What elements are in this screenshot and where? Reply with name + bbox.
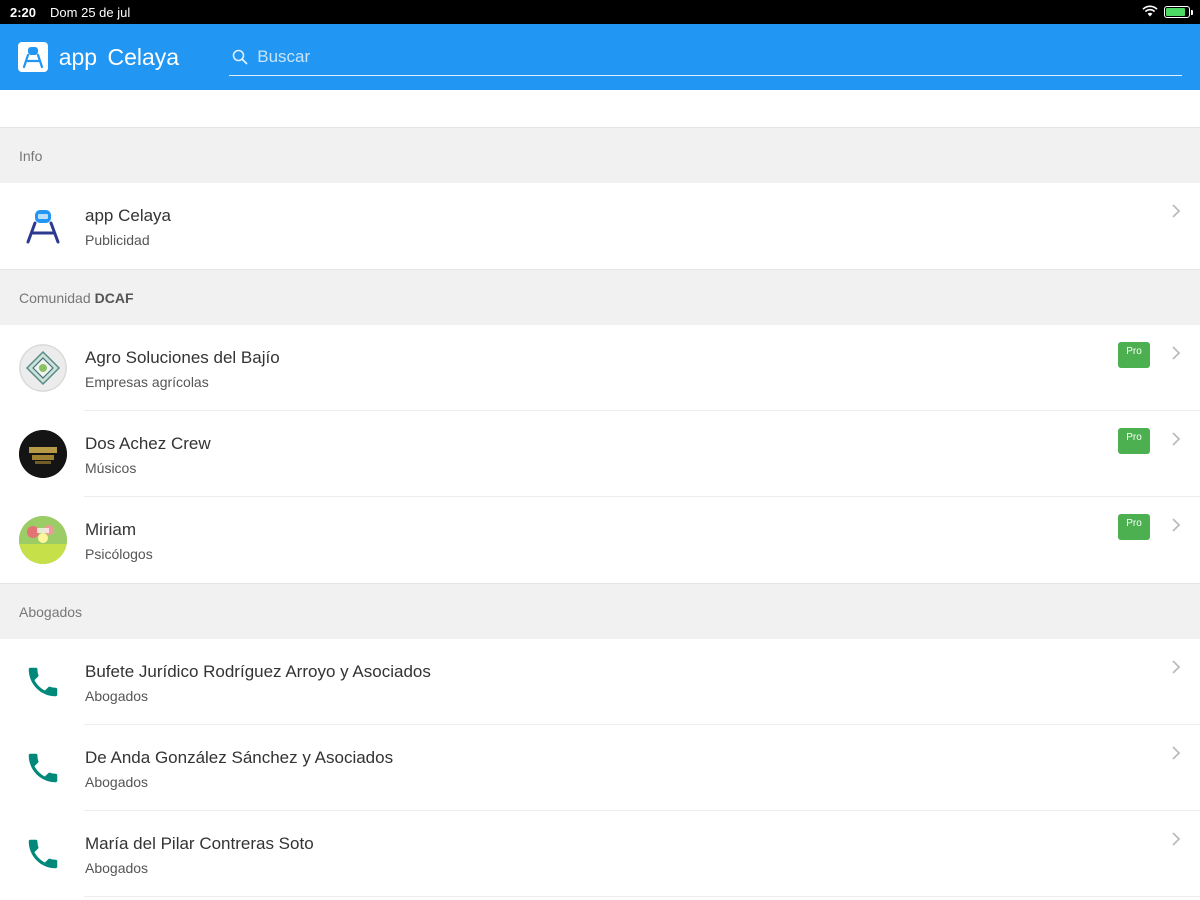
list-item-text: De Anda González Sánchez y Asociados Abo… (85, 747, 393, 790)
list-item-subtitle: Empresas agrícolas (85, 373, 209, 390)
list-item-subtitle: Abogados (85, 859, 149, 876)
phone-icon (19, 830, 67, 878)
miriam-avatar (19, 516, 67, 564)
section-header-label: Comunidad (19, 289, 91, 306)
list-item-title: app Celaya (85, 205, 172, 225)
phone-icon (19, 744, 67, 792)
list-item-title: Bufete Jurídico Rodríguez Arroyo y Asoci… (85, 661, 431, 681)
section-header-label: Info (19, 147, 43, 164)
pro-badge: Pro (1118, 514, 1150, 540)
agro-logo-avatar (19, 344, 67, 392)
section-header-info: Info (0, 127, 1200, 183)
list-item[interactable]: María del Pilar Contreras Soto Abogados (0, 811, 1200, 897)
list-item-text: Bufete Jurídico Rodríguez Arroyo y Asoci… (85, 661, 431, 704)
list-item[interactable]: Dos Achez Crew Músicos Pro (0, 411, 1200, 497)
chevron-right-icon (1170, 829, 1182, 849)
dos-achez-avatar (19, 430, 67, 478)
list-item-title: De Anda González Sánchez y Asociados (85, 747, 394, 767)
directory-list: Info app Celaya Publicidad Comunidad DCA… (0, 90, 1200, 897)
list-item-title: Dos Achez Crew (85, 433, 211, 453)
list-top-spacer (0, 90, 1200, 127)
pro-badge: Pro (1118, 428, 1150, 454)
section-header-label: Abogados (19, 603, 83, 620)
list-item-text: María del Pilar Contreras Soto Abogados (85, 833, 314, 876)
chevron-right-icon (1170, 429, 1182, 449)
list-item[interactable]: app Celaya Publicidad (0, 183, 1200, 269)
phone-icon (19, 658, 67, 706)
chevron-right-icon (1170, 201, 1182, 221)
list-item-subtitle: Abogados (85, 687, 149, 704)
list-item-text: Dos Achez Crew Músicos (85, 433, 211, 476)
battery-fill (1166, 8, 1185, 16)
search-input[interactable] (257, 46, 1158, 67)
section-header-bold: DCAF (94, 289, 134, 306)
app-bar: app Celaya (0, 24, 1200, 90)
list-item-subtitle: Psicólogos (85, 545, 153, 562)
status-date: Dom 25 de jul (50, 4, 131, 20)
pro-badge: Pro (1118, 342, 1150, 368)
wifi-icon (1142, 5, 1158, 20)
list-item-title: María del Pilar Contreras Soto (85, 833, 314, 853)
app-title: app Celaya (58, 43, 180, 70)
chevron-right-icon (1170, 743, 1182, 763)
search-icon (231, 48, 249, 66)
chevron-right-icon (1170, 343, 1182, 363)
list-item-subtitle: Abogados (85, 773, 149, 790)
list-item-subtitle: Publicidad (85, 231, 150, 248)
list-item-text: Miriam Psicólogos (85, 519, 153, 562)
app-logo-icon[interactable] (18, 42, 48, 72)
list-item-title: Agro Soluciones del Bajío (85, 347, 280, 367)
list-item-text: Agro Soluciones del Bajío Empresas agríc… (85, 347, 280, 390)
search-bar[interactable] (229, 38, 1182, 76)
battery-icon (1164, 6, 1193, 18)
list-item-subtitle: Músicos (85, 459, 137, 476)
list-item[interactable]: De Anda González Sánchez y Asociados Abo… (0, 725, 1200, 811)
section-header-comunidad: Comunidad DCAF (0, 269, 1200, 325)
list-item[interactable]: Agro Soluciones del Bajío Empresas agríc… (0, 325, 1200, 411)
status-indicators (1142, 5, 1193, 20)
chevron-right-icon (1170, 657, 1182, 677)
app-logo-icon (19, 202, 67, 250)
chevron-right-icon (1170, 515, 1182, 535)
list-item-text: app Celaya Publicidad (85, 205, 171, 248)
list-item-title: Miriam (85, 519, 136, 539)
section-header-abogados: Abogados (0, 583, 1200, 639)
status-time: 2:20 (10, 4, 37, 20)
list-item[interactable]: Miriam Psicólogos Pro (0, 497, 1200, 583)
list-item[interactable]: Bufete Jurídico Rodríguez Arroyo y Asoci… (0, 639, 1200, 725)
status-bar: 2:20 Dom 25 de jul (0, 0, 1200, 24)
